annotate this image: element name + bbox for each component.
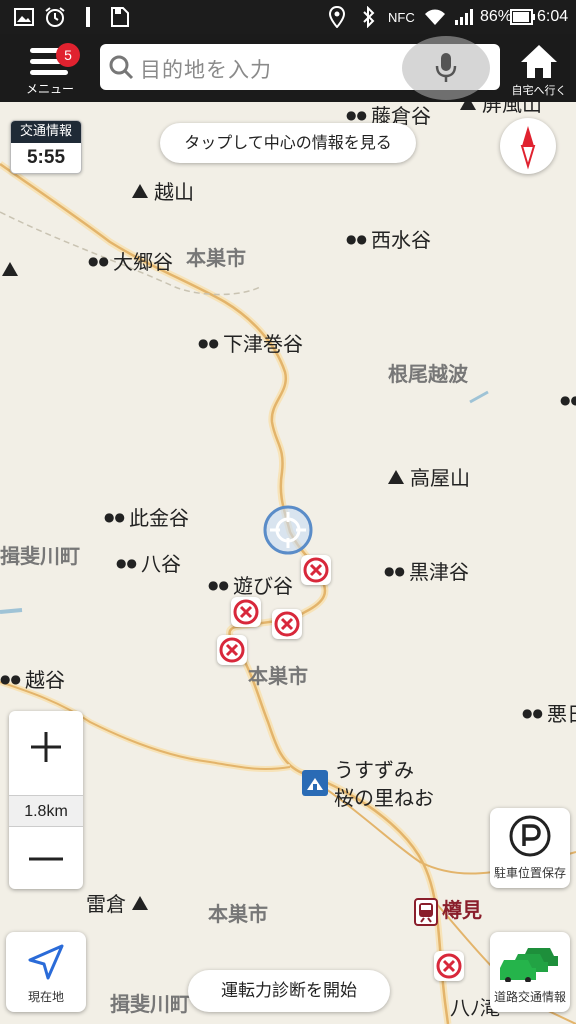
area-motosu-3: 本巣市 xyxy=(208,902,268,926)
place-byoubuzan[interactable]: 屏風山 xyxy=(460,102,542,117)
map-scale: 1.8km xyxy=(9,795,83,827)
home-label: 自宅へ行く xyxy=(511,84,567,97)
driving-diagnosis-button[interactable]: 運転力診断を開始 xyxy=(188,970,390,1012)
zoom-out-button[interactable] xyxy=(9,829,83,889)
road-traffic-button[interactable]: 道路交通情報 xyxy=(490,932,570,1012)
place-kogane-dani[interactable]: ●● 此金谷 xyxy=(104,502,189,531)
navigation-arrow-icon xyxy=(26,942,66,986)
menu-button[interactable]: 5 メニュー xyxy=(18,40,82,98)
menu-label: メニュー xyxy=(25,82,74,96)
parking-label: 駐車位置保存 xyxy=(493,866,566,880)
notification-badge: 5 xyxy=(56,43,80,67)
crosshair-icon xyxy=(262,504,314,556)
road-closed-icon[interactable] xyxy=(217,635,247,665)
zoom-in-button[interactable] xyxy=(9,711,83,783)
status-bar: NFC 86% 6:04 xyxy=(0,0,576,34)
place-koshiyama[interactable]: 越山 xyxy=(132,176,194,205)
area-neo-koshinami: 根尾越波 xyxy=(388,362,468,386)
cell-signal-icon xyxy=(454,5,474,29)
road-closed-icon[interactable] xyxy=(301,555,331,585)
nfc-indicator: NFC xyxy=(388,9,415,25)
road-closed-icon[interactable] xyxy=(272,609,302,639)
traffic-cars-icon xyxy=(498,938,562,986)
wifi-icon xyxy=(424,5,446,29)
traffic-info-widget[interactable]: 交通情報 5:55 xyxy=(10,120,82,174)
top-bar: 5 メニュー 目的地を入力 自宅へ行く xyxy=(0,34,576,102)
place-takayayama[interactable]: 高屋山 xyxy=(388,462,470,491)
alarm-icon xyxy=(44,5,66,29)
place-usuzumi[interactable]: うすずみ 桜の里ねお xyxy=(334,756,434,812)
place-marker[interactable]: ●● xyxy=(560,394,576,406)
go-home-button[interactable]: 自宅へ行く xyxy=(505,40,573,100)
place-nishimizudani[interactable]: ●● 西水谷 xyxy=(346,224,431,253)
search-icon xyxy=(108,54,134,80)
microphone-icon xyxy=(435,52,457,88)
place-asobidani[interactable]: ●● 遊び谷 xyxy=(208,570,293,599)
traffic-info-time: 5:55 xyxy=(26,147,66,168)
clock: 6:04 xyxy=(537,8,569,25)
road-closed-icon[interactable] xyxy=(434,951,464,981)
parking-save-button[interactable]: 駐車位置保存 xyxy=(490,808,570,888)
place-raikura[interactable]: 雷倉 xyxy=(86,888,154,917)
zoom-control: 1.8km xyxy=(9,711,83,889)
road-network xyxy=(0,161,576,1024)
home-icon xyxy=(519,42,559,84)
current-location-label: 現在地 xyxy=(27,990,64,1004)
place-hachiya[interactable]: ●● 八谷 xyxy=(116,548,181,577)
mountain-marker[interactable] xyxy=(2,262,24,276)
battery-icon xyxy=(510,5,536,29)
area-ibigawa: 揖斐川町 xyxy=(0,544,80,568)
train-station-icon[interactable] xyxy=(414,898,438,926)
roadside-station-icon[interactable] xyxy=(302,770,328,796)
plus-icon xyxy=(31,732,61,762)
place-akuhi[interactable]: ●●悪日 xyxy=(522,698,576,727)
place-shimotsumakidani[interactable]: ●● 下津巻谷 xyxy=(198,328,303,357)
battery-percent: 86% xyxy=(480,8,513,25)
bluetooth-icon xyxy=(362,5,376,29)
map-view[interactable]: ●● 藤倉谷 屏風山 越山 ●● 西水谷 ●● 大郷谷 ●● 下津巻谷 高屋山 ●● 此金… xyxy=(0,102,576,1024)
compass-button[interactable] xyxy=(500,118,556,174)
signal-bar-icon xyxy=(86,5,90,29)
parking-icon xyxy=(508,814,552,862)
search-placeholder: 目的地を入力 xyxy=(140,58,272,82)
area-motosu: 本巣市 xyxy=(186,246,246,270)
compass-icon xyxy=(520,126,536,170)
place-kurotsudani[interactable]: ●● 黒津谷 xyxy=(384,556,469,585)
voice-input-button[interactable] xyxy=(402,36,490,100)
sd-card-icon xyxy=(110,5,130,29)
location-icon xyxy=(328,5,346,29)
area-motosu-2: 本巣市 xyxy=(248,664,308,688)
road-closed-icon[interactable] xyxy=(231,597,261,627)
place-ookyoudani[interactable]: ●● 大郷谷 xyxy=(88,246,173,275)
traffic-info-title: 交通情報 xyxy=(11,121,81,143)
gallery-icon xyxy=(14,5,34,29)
area-ibigawa-2: 揖斐川町 xyxy=(110,992,190,1016)
current-location-button[interactable]: 現在地 xyxy=(6,932,86,1012)
place-koshidani[interactable]: ●● 越谷 xyxy=(0,664,65,693)
minus-icon xyxy=(29,857,63,861)
road-traffic-label: 道路交通情報 xyxy=(493,990,566,1004)
center-info-button[interactable]: タップして中心の情報を見る xyxy=(160,123,416,163)
station-tarumi[interactable]: 樽見 xyxy=(442,894,482,923)
